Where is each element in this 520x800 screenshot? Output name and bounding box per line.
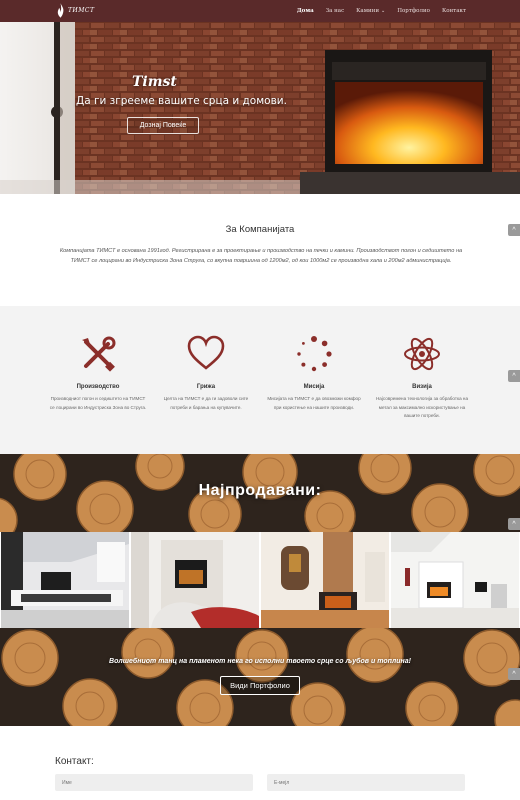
flame-logo-icon bbox=[57, 3, 64, 18]
feature-text: Целта на ТИМСТ е да ги задоволи сите пот… bbox=[163, 396, 249, 410]
menu-item-portfolio[interactable]: Портфолио bbox=[397, 8, 430, 14]
feature-vision: Визија Најсовремена технологија за обраб… bbox=[372, 334, 472, 421]
menu-item-home[interactable]: Дома bbox=[297, 8, 314, 14]
hero-banner: Timst Да ги згрееме вашите срца и домови… bbox=[0, 22, 520, 194]
brand-name: ТИМСТ bbox=[68, 7, 95, 14]
gallery-item[interactable] bbox=[391, 532, 519, 628]
scroll-up-tab[interactable]: ^ bbox=[508, 370, 520, 382]
feature-care: Грижа Целта на ТИМСТ е да ги задоволи си… bbox=[156, 334, 256, 412]
cta-text: Волшебниот танц на пламенот нека го испо… bbox=[109, 658, 411, 665]
feature-title: Грижа bbox=[196, 384, 216, 390]
room-photo bbox=[1, 532, 129, 628]
bestsellers-banner: Најпродавани: ^ bbox=[0, 454, 520, 532]
bestsellers-gallery bbox=[0, 532, 520, 628]
email-field[interactable] bbox=[267, 774, 465, 791]
feature-title: Визија bbox=[412, 384, 432, 390]
menu-item-fireplaces[interactable]: Камини ⌄ bbox=[356, 8, 385, 14]
scroll-up-tab[interactable]: ^ bbox=[508, 224, 520, 236]
menu-item-about[interactable]: За нас bbox=[326, 8, 344, 14]
chevron-up-icon: ^ bbox=[512, 670, 516, 678]
main-menu: Дома За нас Камини ⌄ Портфолио Контакт bbox=[297, 0, 466, 22]
logo[interactable]: ТИМСТ bbox=[56, 3, 94, 18]
bestsellers-title: Најпродавани: bbox=[198, 482, 322, 499]
scroll-tab[interactable]: ^ bbox=[508, 668, 520, 680]
room-photo bbox=[131, 532, 259, 628]
chevron-up-icon: ^ bbox=[512, 372, 516, 380]
gallery-item[interactable] bbox=[1, 532, 129, 628]
chevron-down-icon: ⌄ bbox=[380, 8, 386, 14]
feature-mission: Мисија Мисијата на ТИМСТ е да овозможи к… bbox=[264, 334, 364, 412]
feature-title: Мисија bbox=[303, 384, 325, 390]
chevron-up-icon: ^ bbox=[512, 520, 516, 528]
feature-title: Производство bbox=[76, 384, 120, 390]
heart-icon bbox=[187, 335, 225, 370]
fireplace-photo bbox=[0, 22, 520, 194]
feature-text: Производниот погон и седиштето на ТИМСТ … bbox=[49, 396, 147, 410]
contact-section: Контакт: bbox=[0, 726, 520, 800]
name-field[interactable] bbox=[55, 774, 253, 791]
feature-text: Најсовремена технологија за обработка на… bbox=[375, 396, 469, 418]
room-photo bbox=[261, 532, 389, 628]
loading-icon bbox=[297, 336, 332, 372]
feature-production: Производство Производниот погон и седишт… bbox=[48, 334, 148, 412]
about-text: Компанијата ТИМСТ е основана 1991год. Ре… bbox=[59, 248, 463, 264]
menu-item-contact[interactable]: Контакт bbox=[442, 8, 466, 14]
menu-item-label: Камини bbox=[356, 8, 379, 14]
view-portfolio-button[interactable]: Види Портфолио bbox=[220, 676, 300, 695]
top-navbar: ТИМСТ Дома За нас Камини ⌄ Портфолио Кон… bbox=[0, 0, 520, 22]
about-title: За Компанијата bbox=[225, 224, 295, 235]
features-section: Производство Производниот погон и седишт… bbox=[0, 306, 520, 454]
portfolio-banner: Волшебниот танц на пламенот нека го испо… bbox=[0, 628, 520, 726]
gallery-item[interactable] bbox=[261, 532, 389, 628]
hero-subtitle: Да ги згрееме вашите срца и домови. bbox=[76, 95, 287, 107]
gallery-item[interactable] bbox=[131, 532, 259, 628]
learn-more-button[interactable]: Дознај Повеќе bbox=[127, 117, 199, 134]
room-photo bbox=[391, 532, 519, 628]
tools-icon bbox=[82, 336, 116, 372]
hero-title: Timst bbox=[132, 74, 177, 90]
scroll-tab[interactable]: ^ bbox=[508, 518, 520, 530]
contact-title: Контакт: bbox=[55, 756, 94, 767]
chevron-up-icon: ^ bbox=[512, 226, 516, 234]
about-section: За Компанијата Компанијата ТИМСТ е основ… bbox=[0, 194, 520, 306]
feature-text: Мисијата на ТИМСТ е да овозможи комфор п… bbox=[267, 396, 361, 410]
atom-icon bbox=[404, 337, 440, 371]
